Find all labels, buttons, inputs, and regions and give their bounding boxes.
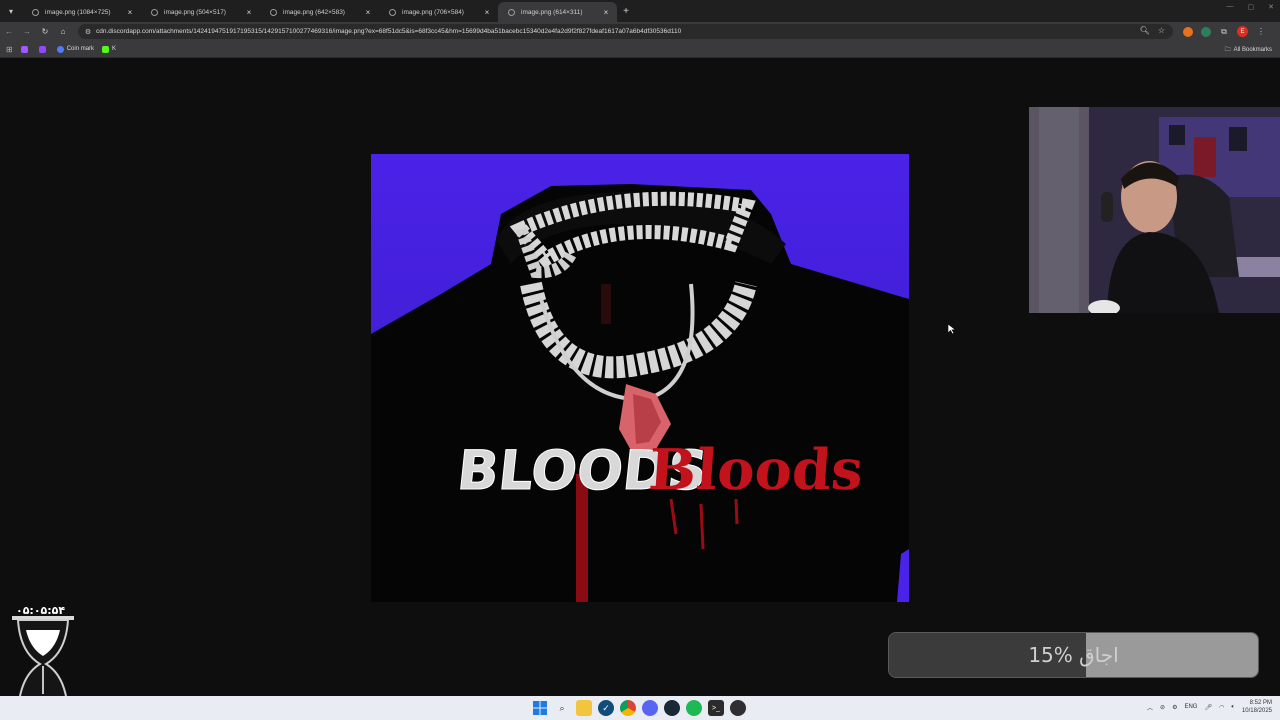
clock-date: 10/18/2025 bbox=[1241, 708, 1272, 714]
chevron-up-icon[interactable]: ︿ bbox=[1147, 703, 1153, 712]
network-icon[interactable]: ⊘ bbox=[1160, 704, 1165, 711]
bookmark-favicon bbox=[38, 45, 46, 53]
system-tray: ︿ ⊘ ⚙ ENG 🎤︎ ◠ 🔈︎ 8:52 PM 10/18/2025 bbox=[1147, 699, 1272, 715]
settings-icon[interactable]: ⚙ bbox=[1172, 704, 1177, 711]
wifi-icon[interactable]: ◠ bbox=[1219, 704, 1224, 711]
spotify-icon[interactable] bbox=[686, 700, 702, 716]
extension-icon[interactable] bbox=[1201, 26, 1211, 37]
tab-title: image.png (504×517) bbox=[164, 8, 226, 16]
bookmarks-bar: ⊞ Coin mark K 🗀 All Bookmarks bbox=[0, 41, 1280, 58]
windows-start-icon[interactable] bbox=[532, 700, 548, 716]
viewed-image[interactable]: BLOODS Bloods bbox=[371, 154, 909, 602]
browser-tab[interactable]: image.png (642×583) × bbox=[260, 2, 379, 22]
profile-avatar[interactable]: E bbox=[1237, 26, 1248, 37]
app-icon[interactable]: ✓ bbox=[598, 700, 614, 716]
tab-title: image.png (614×311) bbox=[521, 8, 583, 16]
url-text[interactable]: cdn.discordapp.com/attachments/142419475… bbox=[96, 28, 681, 35]
taskbar-apps: ⌕ ✓ >_ bbox=[532, 700, 746, 716]
bloods-red-text: Bloods bbox=[647, 437, 866, 503]
forward-icon[interactable]: → bbox=[18, 27, 36, 36]
bookmark-item[interactable]: K bbox=[102, 45, 117, 53]
bookmark-favicon bbox=[102, 45, 110, 53]
globe-icon bbox=[389, 8, 396, 16]
close-icon[interactable]: × bbox=[601, 8, 611, 17]
browser-tab[interactable]: image.png (706×584) × bbox=[379, 2, 498, 22]
mouse-cursor-icon bbox=[948, 324, 956, 334]
search-icon[interactable]: ⌕ bbox=[554, 700, 570, 716]
reload-icon[interactable]: ↻ bbox=[36, 27, 54, 36]
close-window-icon[interactable]: ✕ bbox=[1268, 3, 1274, 11]
bookmark-label: K bbox=[112, 46, 117, 52]
close-icon[interactable]: × bbox=[125, 8, 135, 17]
browser-tab-active[interactable]: image.png (614×311) × bbox=[498, 2, 617, 22]
all-bookmarks-button[interactable]: 🗀 All Bookmarks bbox=[1225, 45, 1272, 55]
bookmark-favicon bbox=[20, 45, 28, 53]
home-icon[interactable]: ⌂ bbox=[54, 27, 72, 36]
tab-title: image.png (1084×725) bbox=[45, 8, 111, 16]
tab-title: image.png (706×584) bbox=[402, 8, 464, 16]
steam-icon[interactable] bbox=[664, 700, 680, 716]
webcam-overlay bbox=[1029, 107, 1280, 313]
bookmark-item[interactable] bbox=[38, 45, 49, 53]
globe-icon bbox=[151, 8, 158, 16]
address-bar[interactable]: ⚙ cdn.discordapp.com/attachments/1424194… bbox=[78, 24, 1173, 39]
browser-tab[interactable]: image.png (504×517) × bbox=[141, 2, 260, 22]
language-indicator[interactable]: ENG bbox=[1184, 704, 1197, 710]
windows-taskbar: ⌕ ✓ >_ ︿ ⊘ ⚙ ENG 🎤︎ ◠ 🔈︎ 8:52 PM 10/18/2… bbox=[0, 696, 1280, 720]
page-viewport: BLOODS Bloods ۰۵:۰۵:۵۴ 15% اجاق bbox=[0, 58, 1280, 716]
apps-grid-icon[interactable]: ⊞ bbox=[6, 45, 13, 54]
bookmark-item[interactable] bbox=[20, 45, 31, 53]
globe-icon bbox=[32, 8, 39, 16]
zoom-icon[interactable]: 🔍︎ bbox=[1140, 26, 1150, 35]
clock-time: 8:52 PM bbox=[1249, 700, 1272, 706]
streamer-camera-feed bbox=[1029, 107, 1280, 313]
bookmark-star-icon[interactable]: ☆ bbox=[1158, 26, 1165, 35]
file-explorer-icon[interactable] bbox=[576, 700, 592, 716]
obs-icon[interactable] bbox=[730, 700, 746, 716]
bookmark-favicon bbox=[56, 45, 64, 53]
browser-tab[interactable]: image.png (1084×725) × bbox=[22, 2, 141, 22]
volume-icon[interactable]: 🔈︎ bbox=[1231, 704, 1235, 711]
discord-icon[interactable] bbox=[642, 700, 658, 716]
new-tab-button[interactable]: + bbox=[617, 6, 635, 17]
browser-toolbar: ← → ↻ ⌂ ⚙ cdn.discordapp.com/attachments… bbox=[0, 22, 1280, 41]
terminal-icon[interactable]: >_ bbox=[708, 700, 724, 716]
microphone-icon[interactable]: 🎤︎ bbox=[1204, 704, 1212, 711]
extensions-puzzle-icon[interactable]: ⧉ bbox=[1219, 27, 1229, 37]
menu-kebab-icon[interactable]: ⋮ bbox=[1256, 27, 1266, 37]
maximize-icon[interactable]: ▢ bbox=[1248, 3, 1255, 11]
tab-strip: ▾ image.png (1084×725) × image.png (504×… bbox=[0, 0, 1280, 22]
close-icon[interactable]: × bbox=[482, 8, 492, 17]
minimize-icon[interactable]: — bbox=[1227, 3, 1234, 11]
bookmark-label: Coin mark bbox=[66, 46, 95, 52]
extension-icon[interactable] bbox=[1183, 26, 1193, 37]
hoodie-chain-artwork: BLOODS Bloods bbox=[371, 184, 909, 602]
close-icon[interactable]: × bbox=[363, 8, 373, 17]
extension-area: ⧉ E ⋮ bbox=[1183, 26, 1266, 37]
site-info-icon[interactable]: ⚙ bbox=[82, 28, 94, 36]
close-icon[interactable]: × bbox=[244, 8, 254, 17]
progress-label: 15% اجاق bbox=[1028, 643, 1119, 667]
window-controls: — ▢ ✕ bbox=[1227, 3, 1275, 11]
globe-icon bbox=[270, 8, 277, 16]
progress-overlay: 15% اجاق bbox=[888, 632, 1259, 678]
folder-icon: 🗀 bbox=[1224, 47, 1231, 53]
back-icon[interactable]: ← bbox=[0, 27, 18, 36]
all-bookmarks-label: All Bookmarks bbox=[1233, 47, 1272, 53]
countdown-timer: ۰۵:۰۵:۵۴ bbox=[16, 604, 66, 617]
chrome-icon[interactable] bbox=[620, 700, 636, 716]
globe-icon bbox=[508, 8, 515, 16]
tab-search-icon[interactable]: ▾ bbox=[0, 0, 22, 22]
tab-title: image.png (642×583) bbox=[283, 8, 345, 16]
bookmark-item[interactable]: Coin mark bbox=[56, 45, 95, 53]
clock[interactable]: 8:52 PM 10/18/2025 bbox=[1242, 699, 1272, 715]
